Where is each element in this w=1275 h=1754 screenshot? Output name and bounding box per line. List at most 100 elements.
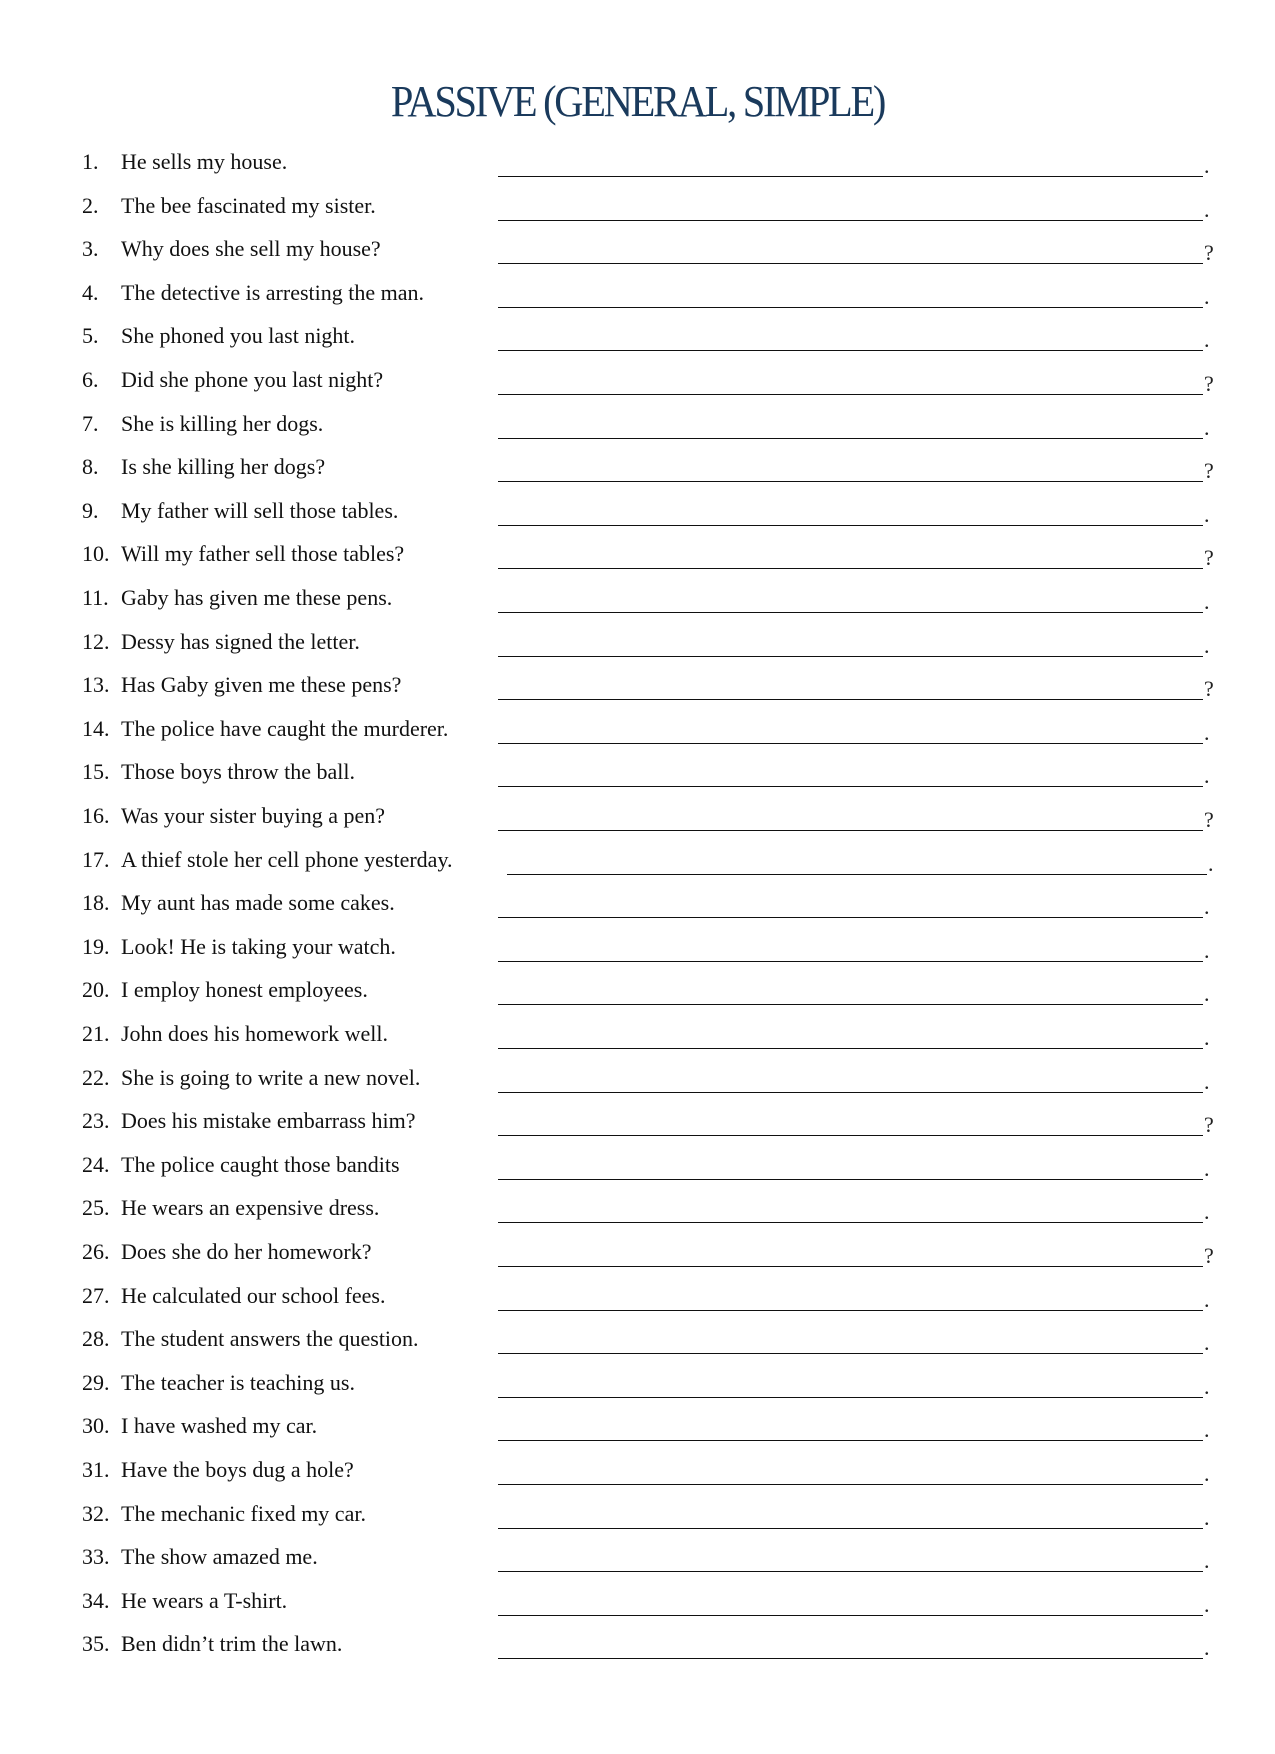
answer-end-punctuation: .	[1204, 937, 1210, 963]
item-number: 35.	[82, 1631, 110, 1657]
item-number: 31.	[82, 1457, 110, 1482]
exercise-item: 35. Ben didn’t trim the lawn..	[0, 1630, 1275, 1670]
item-number: 16.	[82, 803, 110, 828]
item-number: 18.	[82, 890, 110, 916]
item-sentence: Those boys throw the ball.	[121, 759, 356, 785]
answer-blank[interactable]	[498, 568, 1203, 570]
answer-end-punctuation: .	[1204, 894, 1210, 920]
answer-end-punctuation: .	[1204, 1068, 1210, 1094]
exercise-item: 16. Was your sister buying a pen??	[0, 802, 1275, 842]
answer-blank[interactable]	[498, 1440, 1203, 1442]
answer-blank[interactable]	[498, 481, 1203, 483]
answer-blank[interactable]	[498, 1614, 1203, 1616]
answer-blank[interactable]	[498, 1527, 1203, 1529]
item-number: 26.	[82, 1239, 110, 1264]
answer-blank[interactable]	[498, 699, 1203, 701]
item-sentence: Have the boys dug a hole?	[121, 1457, 354, 1482]
exercise-item: 32. The mechanic fixed my car..	[0, 1500, 1275, 1540]
item-sentence: I have washed my car.	[121, 1413, 318, 1439]
exercise-item: 33. The show amazed me..	[0, 1543, 1275, 1583]
answer-blank[interactable]	[498, 917, 1203, 919]
answer-blank[interactable]	[498, 1135, 1203, 1137]
item-sentence: He wears an expensive dress.	[121, 1195, 380, 1221]
answer-blank[interactable]	[498, 655, 1203, 657]
item-sentence: Was your sister buying a pen?	[121, 803, 385, 828]
exercise-item: 15. Those boys throw the ball..	[0, 758, 1275, 798]
exercise-item: 13. Has Gaby given me these pens??	[0, 671, 1275, 711]
answer-blank[interactable]	[498, 176, 1203, 177]
answer-blank[interactable]	[498, 1484, 1203, 1485]
item-number: 20.	[82, 977, 110, 1003]
answer-end-punctuation: ?	[1204, 676, 1214, 702]
answer-blank[interactable]	[498, 786, 1203, 788]
item-number: 8.	[82, 454, 99, 480]
answer-blank[interactable]	[498, 219, 1203, 221]
item-sentence: He sells my house.	[121, 149, 288, 174]
item-sentence: The show amazed me.	[121, 1544, 318, 1570]
item-sentence: The student answers the question.	[121, 1326, 419, 1352]
item-sentence: Does she do her homework?	[121, 1239, 372, 1264]
item-sentence: Dessy has signed the letter.	[121, 628, 360, 654]
item-number: 29.	[82, 1369, 110, 1395]
answer-blank[interactable]	[498, 394, 1203, 395]
answer-blank[interactable]	[498, 1222, 1203, 1224]
answer-end-punctuation: .	[1204, 414, 1210, 440]
item-number: 3.	[82, 236, 99, 262]
exercise-item: 11. Gaby has given me these pens..	[0, 584, 1275, 624]
item-number: 34.	[82, 1587, 110, 1613]
answer-end-punctuation: ?	[1204, 1112, 1214, 1138]
answer-end-punctuation: .	[1204, 589, 1210, 614]
item-number: 1.	[82, 149, 99, 174]
answer-blank[interactable]	[498, 1658, 1203, 1660]
worksheet-page: PASSIVE (GENERAL, SIMPLE) 1. He sells my …	[0, 0, 1275, 1754]
exercise-item: 17. A thief stole her cell phone yesterda…	[0, 846, 1275, 886]
answer-blank[interactable]	[498, 306, 1203, 308]
exercise-item: 28. The student answers the question..	[0, 1325, 1275, 1365]
answer-end-punctuation: .	[1204, 1504, 1210, 1530]
exercise-item: 29. The teacher is teaching us..	[0, 1369, 1275, 1409]
answer-blank[interactable]	[498, 1266, 1203, 1267]
answer-blank[interactable]	[498, 612, 1203, 613]
exercise-item: 8. Is she killing her dogs??	[0, 453, 1275, 493]
answer-blank[interactable]	[498, 960, 1203, 962]
answer-blank[interactable]	[498, 1178, 1203, 1180]
answer-end-punctuation: ?	[1204, 1243, 1214, 1268]
item-sentence: Is she killing her dogs?	[121, 454, 326, 480]
answer-blank[interactable]	[498, 1396, 1203, 1398]
item-number: 2.	[82, 192, 99, 218]
answer-blank[interactable]	[498, 1091, 1203, 1093]
answer-blank[interactable]	[498, 263, 1203, 265]
answer-blank[interactable]	[498, 1048, 1203, 1049]
worksheet-title: PASSIVE (GENERAL, SIMPLE)	[390, 77, 886, 126]
item-number: 7.	[82, 410, 99, 436]
answer-blank[interactable]	[498, 1309, 1203, 1311]
answer-blank[interactable]	[498, 524, 1203, 526]
exercise-item: 26. Does she do her homework??	[0, 1238, 1275, 1278]
answer-blank[interactable]	[498, 350, 1203, 352]
exercise-item: 6. Did she phone you last night??	[0, 366, 1275, 406]
answer-blank[interactable]	[507, 873, 1207, 875]
exercise-item: 5. She phoned you last night..	[0, 322, 1275, 362]
item-sentence: A thief stole her cell phone yesterday.	[121, 846, 453, 872]
item-number: 13.	[82, 672, 110, 698]
exercise-item: 9. My father will sell those tables..	[0, 497, 1275, 537]
answer-blank[interactable]	[498, 1004, 1203, 1006]
answer-end-punctuation: .	[1204, 763, 1210, 789]
answer-end-punctuation: ?	[1204, 240, 1214, 266]
exercise-item: 4. The detective is arresting the man..	[0, 279, 1275, 319]
answer-blank[interactable]	[498, 1353, 1203, 1355]
item-number: 21.	[82, 1021, 110, 1046]
answer-blank[interactable]	[498, 830, 1203, 831]
item-sentence: Did she phone you last night?	[121, 367, 384, 392]
answer-end-punctuation: .	[1204, 196, 1210, 222]
item-number: 15.	[82, 759, 110, 785]
answer-blank[interactable]	[498, 1571, 1203, 1573]
item-sentence: She is going to write a new novel.	[121, 1064, 421, 1090]
exercise-item: 27. He calculated our school fees..	[0, 1282, 1275, 1322]
item-number: 17.	[82, 846, 110, 872]
exercise-item: 14. The police have caught the murderer..	[0, 715, 1275, 755]
exercise-item: 7. She is killing her dogs..	[0, 410, 1275, 450]
answer-end-punctuation: .	[1204, 632, 1210, 658]
answer-blank[interactable]	[498, 742, 1203, 744]
answer-blank[interactable]	[498, 437, 1203, 439]
